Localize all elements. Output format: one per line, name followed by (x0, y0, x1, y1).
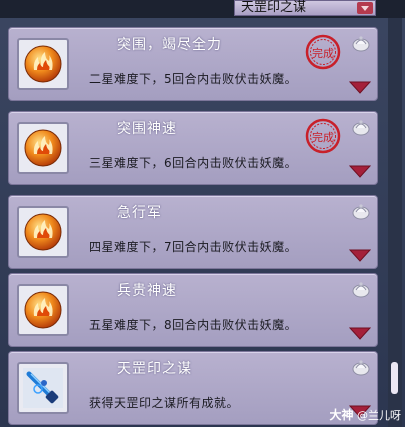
achievement-icon-frame (17, 362, 69, 414)
chevron-down-icon[interactable] (357, 2, 373, 14)
blue-sword-icon (23, 368, 63, 408)
achievement-card[interactable]: 急行军 四星难度下，7回合内击败伏击妖魔。 (8, 195, 378, 269)
watermark: 大神 @兰儿呀 (329, 406, 401, 423)
scrollbar-thumb[interactable] (391, 362, 398, 394)
achievement-panel: { "filter": { "selected": "天罡印之谋" }, "ac… (0, 0, 405, 427)
achievement-icon-frame (17, 284, 69, 336)
expand-arrow-icon[interactable] (349, 80, 371, 94)
fire-orb-icon (24, 129, 62, 167)
watermark-user: @兰儿呀 (357, 409, 401, 422)
achievement-desc: 获得天罡印之谋所有成就。 (89, 396, 240, 410)
achievement-card[interactable]: 突围，竭尽全力 二星难度下，5回合内击败伏击妖魔。 完成 (8, 27, 378, 101)
achievement-desc: 四星难度下，7回合内击败伏击妖魔。 (89, 240, 298, 254)
achievement-title: 天罡印之谋 (117, 361, 192, 377)
achievement-card[interactable]: 天罡印之谋 获得天罡印之谋所有成就。 (8, 351, 378, 425)
completed-seal-icon: 完成 (305, 118, 341, 154)
achievement-icon-frame (17, 122, 69, 174)
achievement-desc: 五星难度下，8回合内击败伏击妖魔。 (89, 318, 298, 332)
achievement-card[interactable]: 兵贵神速 五星难度下，8回合内击败伏击妖魔。 (8, 273, 378, 347)
achievement-title: 兵贵神速 (117, 283, 177, 299)
completed-seal-icon: 完成 (305, 34, 341, 70)
bell-icon (352, 360, 370, 376)
bell-icon (352, 282, 370, 298)
achievement-icon-frame (17, 38, 69, 90)
watermark-brand: 大神 (329, 408, 354, 422)
achievement-desc: 二星难度下，5回合内击败伏击妖魔。 (89, 72, 298, 86)
achievement-card[interactable]: 突围神速 三星难度下，6回合内击败伏击妖魔。 完成 (8, 111, 378, 185)
category-dropdown[interactable]: 天罡印之谋 (234, 0, 376, 16)
expand-arrow-icon[interactable] (349, 326, 371, 340)
achievement-title: 急行军 (117, 205, 162, 221)
dropdown-value: 天罡印之谋 (241, 0, 307, 15)
bell-icon (352, 36, 370, 52)
top-bar: 天罡印之谋 (0, 0, 405, 18)
achievement-desc: 三星难度下，6回合内击败伏击妖魔。 (89, 156, 298, 170)
scrollbar[interactable] (388, 18, 402, 427)
achievement-title: 突围，竭尽全力 (117, 37, 222, 53)
achievement-list: 突围，竭尽全力 二星难度下，5回合内击败伏击妖魔。 完成 突围神速 三星难度下，… (8, 27, 378, 427)
achievement-title: 突围神速 (117, 121, 177, 137)
fire-orb-icon (24, 213, 62, 251)
fire-orb-icon (24, 291, 62, 329)
bell-icon (352, 204, 370, 220)
expand-arrow-icon[interactable] (349, 248, 371, 262)
seal-text: 完成 (312, 46, 334, 60)
bell-icon (352, 120, 370, 136)
fire-orb-icon (24, 45, 62, 83)
seal-text: 完成 (312, 130, 334, 144)
achievement-icon-frame (17, 206, 69, 258)
expand-arrow-icon[interactable] (349, 164, 371, 178)
